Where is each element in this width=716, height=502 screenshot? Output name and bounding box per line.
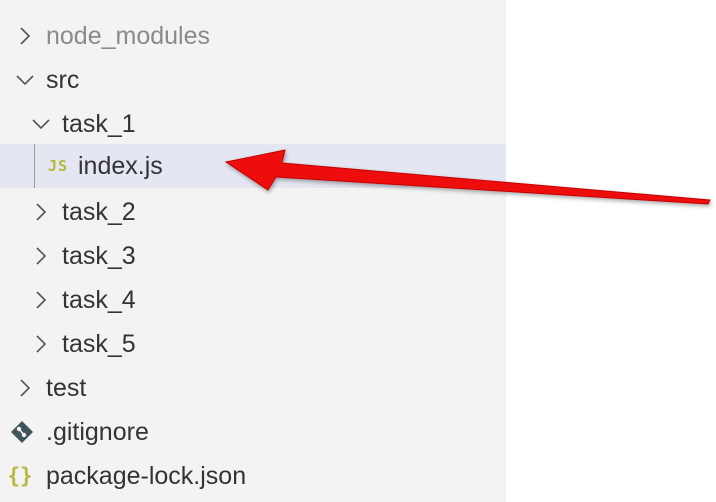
- chevron-right-icon: [12, 375, 38, 401]
- tree-item-task-3[interactable]: task_3: [0, 234, 506, 278]
- chevron-right-icon: [12, 23, 38, 49]
- tree-item-src[interactable]: src: [0, 58, 506, 102]
- chevron-down-icon: [12, 67, 38, 93]
- tree-item-label: package-lock.json: [46, 461, 247, 490]
- tree-item-label: test: [46, 373, 87, 402]
- chevron-right-icon: [28, 243, 54, 269]
- tree-item-task-5[interactable]: task_5: [0, 322, 506, 366]
- json-file-icon: {}: [7, 464, 33, 488]
- chevron-right-icon: [12, 0, 38, 5]
- tree-item-index-js[interactable]: JS index.js: [0, 144, 506, 188]
- tree-item-test[interactable]: test: [0, 366, 506, 410]
- tree-item-node-modules[interactable]: node_modules: [0, 14, 506, 58]
- tree-item-label: src: [46, 65, 80, 94]
- chevron-right-icon: [28, 199, 54, 225]
- tree-item-label: task_1: [62, 109, 136, 138]
- tree-item-label: index.js: [78, 151, 163, 180]
- chevron-right-icon: [28, 287, 54, 313]
- indent-guide: [34, 144, 35, 188]
- file-explorer: node_modules src task_1 JS index.js task…: [0, 0, 506, 502]
- tree-item-label: task_3: [62, 241, 136, 270]
- tree-item-task-4[interactable]: task_4: [0, 278, 506, 322]
- chevron-down-icon: [28, 111, 54, 137]
- tree-item-label: task_2: [62, 197, 136, 226]
- tree-item-task-2[interactable]: task_2: [0, 190, 506, 234]
- git-file-icon: [8, 418, 36, 446]
- tree-item-package-lock-json[interactable]: {} package-lock.json: [0, 454, 506, 498]
- tree-item-label: .gitignore: [46, 417, 149, 446]
- chevron-right-icon: [28, 331, 54, 357]
- js-file-icon: JS: [47, 157, 69, 175]
- tree-item-label: task_4: [62, 285, 136, 314]
- tree-item-partial[interactable]: [0, 0, 506, 14]
- tree-item-task-1[interactable]: task_1: [0, 102, 506, 146]
- tree-item-gitignore[interactable]: .gitignore: [0, 410, 506, 454]
- tree-item-label: node_modules: [46, 21, 211, 50]
- tree-item-label: task_5: [62, 329, 136, 358]
